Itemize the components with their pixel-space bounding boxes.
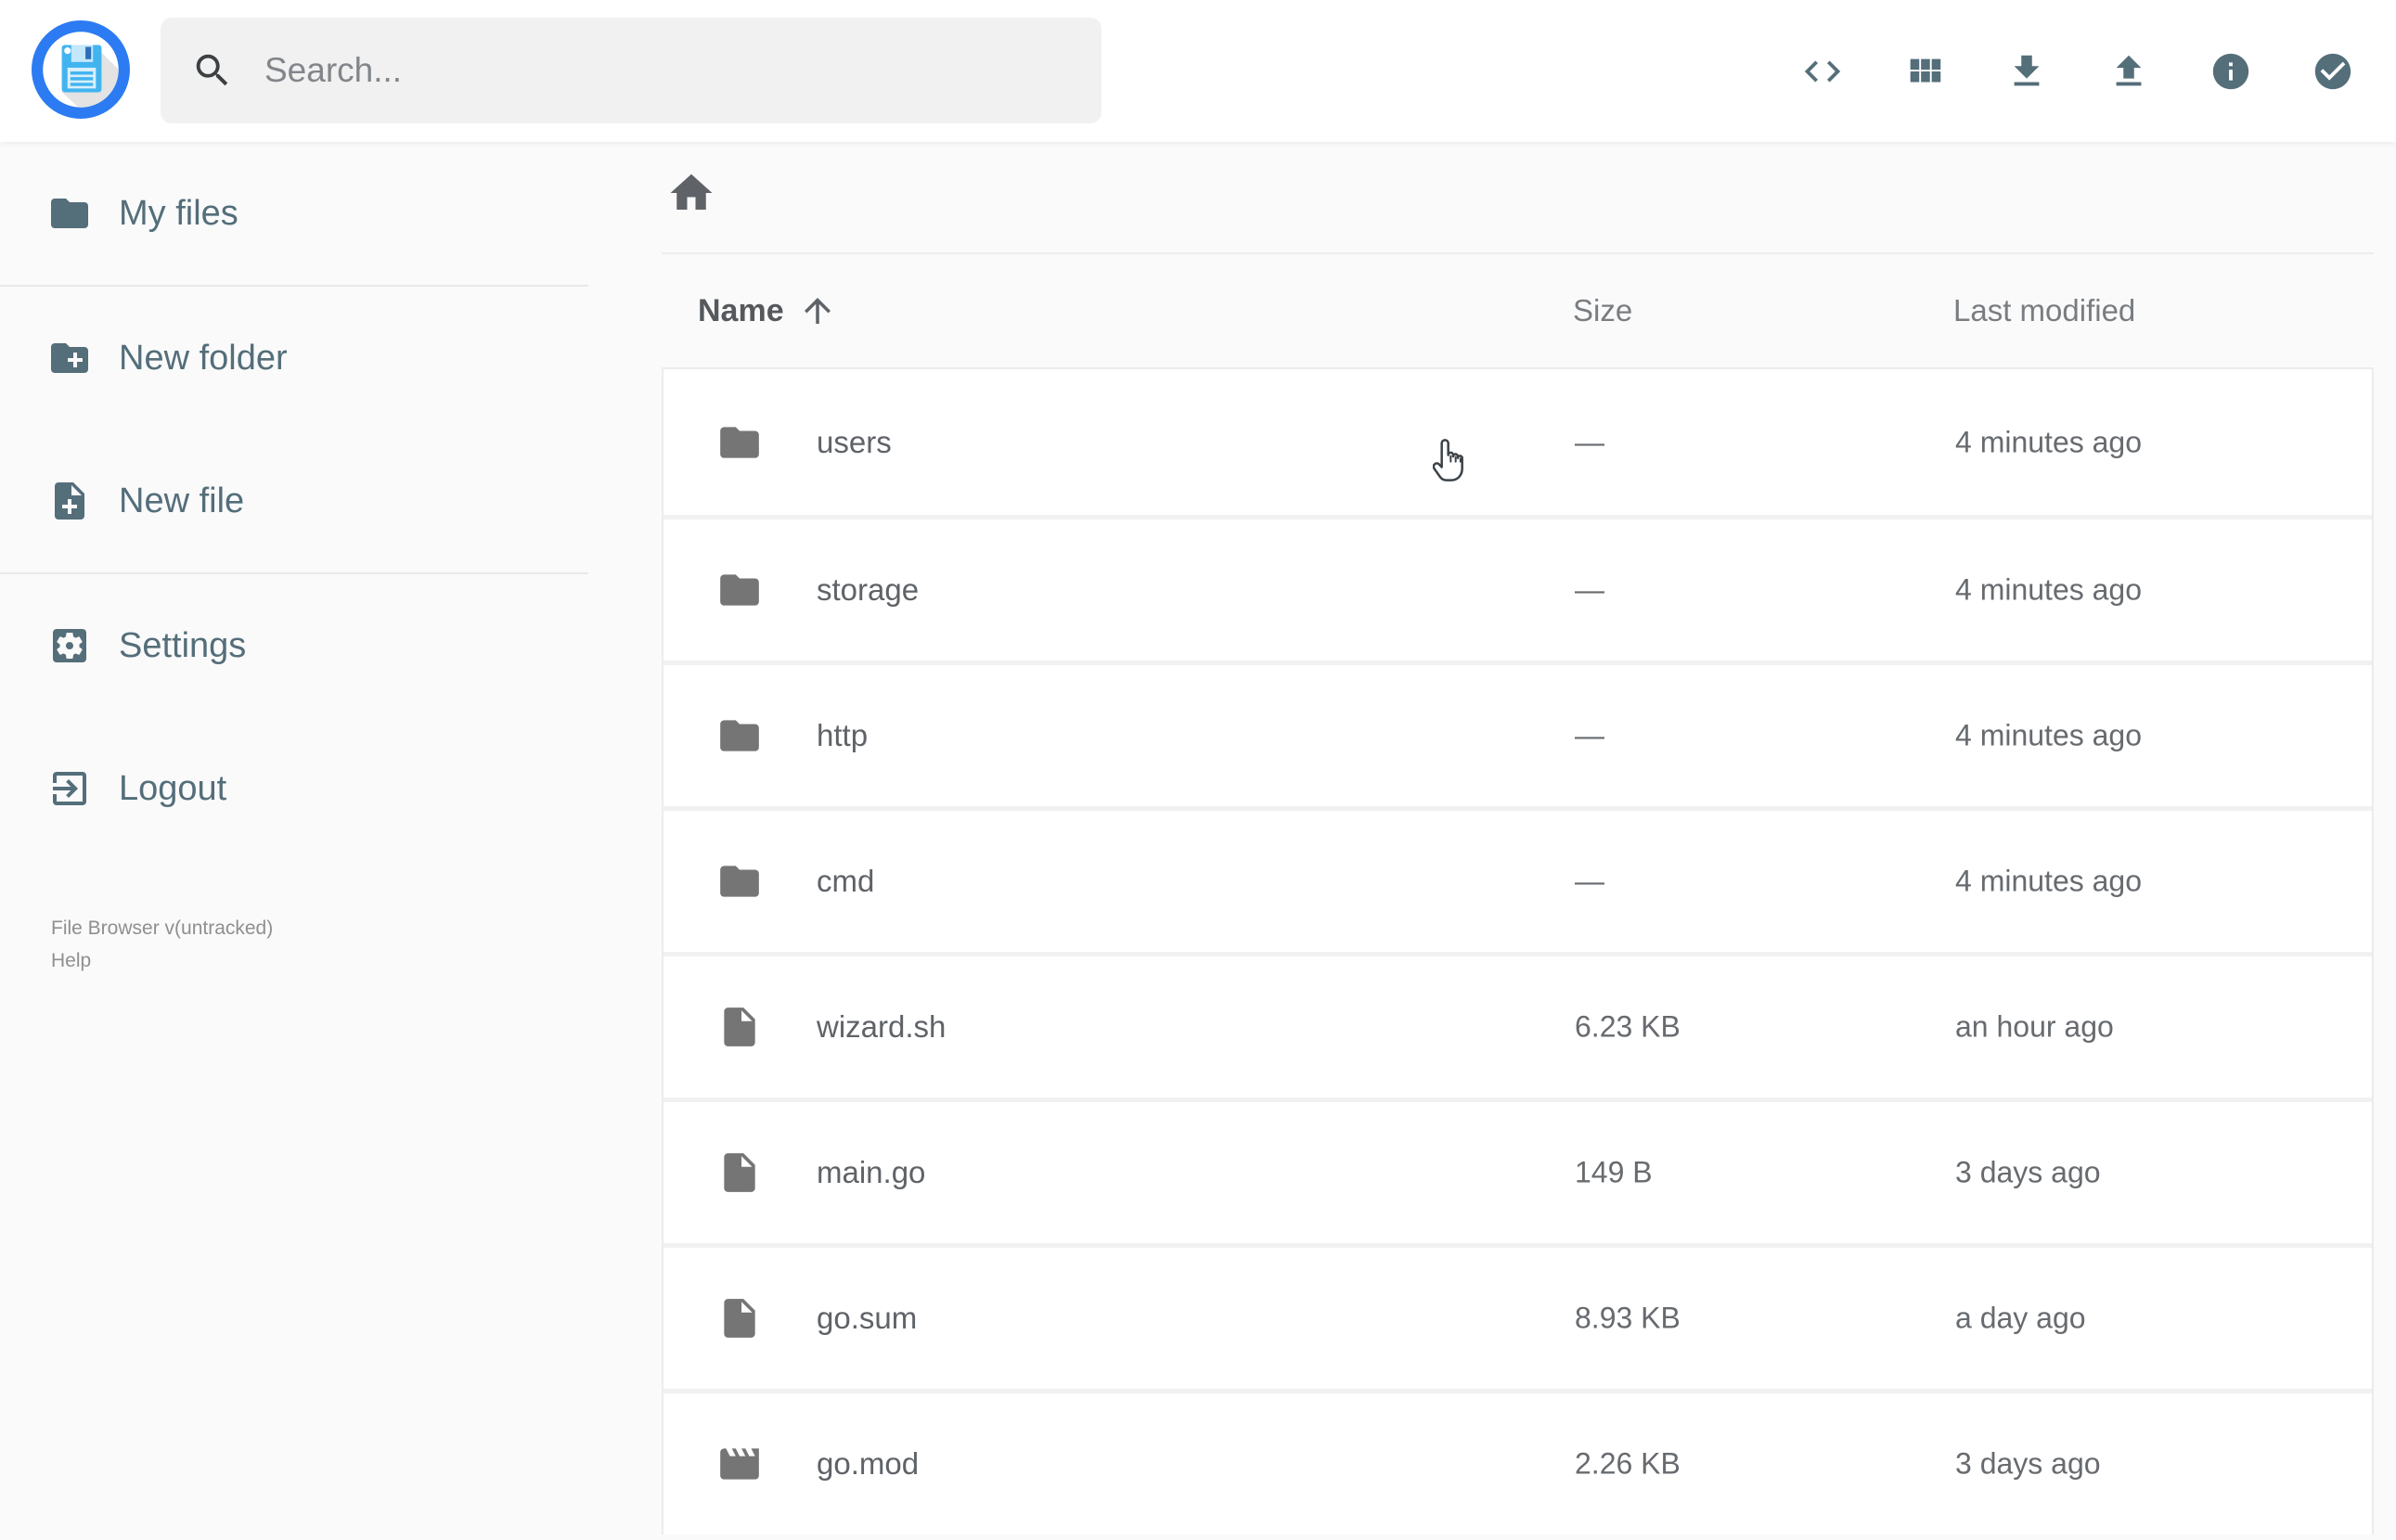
- sidebar-item-new-file[interactable]: New file: [0, 430, 588, 572]
- file-modified: an hour ago: [1955, 1009, 2114, 1044]
- file-name: go.sum: [817, 1301, 918, 1335]
- download-button[interactable]: [2005, 50, 2048, 93]
- upload-icon: [2116, 55, 2142, 85]
- search-icon: [191, 49, 234, 92]
- sidebar-item-label: Logout: [119, 768, 227, 808]
- filebrowser-logo[interactable]: [31, 19, 131, 120]
- sidebar-footer: File Browser v(untracked) Help: [51, 912, 273, 977]
- shell-button[interactable]: [1801, 50, 1844, 93]
- folder-icon: [716, 712, 763, 759]
- file-name: go.mod: [817, 1446, 920, 1481]
- file-listing: users — 4 minutes ago storage — 4 minute…: [662, 367, 2374, 1534]
- list-item-storage[interactable]: storage — 4 minutes ago: [663, 515, 2372, 661]
- file-icon: [716, 1149, 763, 1196]
- listing-header: Name Size Last modified: [662, 254, 2374, 367]
- folder-icon: [716, 419, 763, 466]
- file-size: —: [1575, 864, 1604, 898]
- file-modified: 4 minutes ago: [1955, 572, 2143, 607]
- file-icon: [716, 1004, 763, 1050]
- file-modified: 4 minutes ago: [1955, 864, 2143, 898]
- sidebar-item-label: Settings: [119, 625, 247, 665]
- header-actions: [1801, 0, 2354, 142]
- logout-icon: [53, 772, 86, 805]
- sidebar: My files New folder New file Settings Lo…: [0, 142, 588, 1540]
- help-link[interactable]: Help: [51, 944, 273, 977]
- file-modified: 3 days ago: [1955, 1155, 2101, 1189]
- file-name: users: [817, 424, 892, 459]
- version-text: File Browser v(untracked): [51, 918, 274, 939]
- folder-icon: [51, 199, 88, 228]
- file-size: 6.23 KB: [1575, 1009, 1681, 1044]
- new-file-icon: [55, 482, 84, 520]
- search-input[interactable]: [264, 51, 1081, 90]
- sidebar-item-label: New folder: [119, 338, 288, 378]
- file-size: —: [1575, 425, 1604, 458]
- info-icon: [2212, 53, 2249, 89]
- file-modified: a day ago: [1955, 1301, 2086, 1335]
- switch-view-button[interactable]: [1903, 50, 1946, 93]
- list-item-wizard.sh[interactable]: wizard.sh 6.23 KB an hour ago: [663, 952, 2372, 1097]
- list-item-http[interactable]: http — 4 minutes ago: [663, 661, 2372, 806]
- file-size: 2.26 KB: [1575, 1446, 1681, 1481]
- folder-icon: [716, 858, 763, 905]
- file-name: main.go: [817, 1155, 926, 1189]
- download-icon: [2014, 55, 2040, 85]
- list-item-users[interactable]: users — 4 minutes ago: [663, 369, 2372, 515]
- breadcrumb-home-button[interactable]: [666, 168, 716, 218]
- floppy-disk-logo-icon: [32, 20, 130, 119]
- sidebar-item-new-folder[interactable]: New folder: [0, 287, 588, 430]
- movie-icon: [716, 1441, 763, 1487]
- grid-view-icon: [1910, 58, 1941, 82]
- column-header-modified[interactable]: Last modified: [1953, 293, 2135, 328]
- check-circle-icon: [2314, 53, 2351, 89]
- file-modified: 3 days ago: [1955, 1446, 2101, 1481]
- search-bar[interactable]: [161, 18, 1101, 123]
- sidebar-item-label: New file: [119, 481, 245, 520]
- app-header: [0, 0, 2396, 142]
- settings-icon: [53, 629, 86, 662]
- sort-ascending-icon: [798, 291, 837, 330]
- upload-button[interactable]: [2107, 50, 2150, 93]
- file-name: http: [817, 718, 869, 752]
- sidebar-item-logout[interactable]: Logout: [0, 717, 588, 860]
- list-item-go.mod[interactable]: go.mod 2.26 KB 3 days ago: [663, 1389, 2372, 1534]
- folder-icon: [716, 567, 763, 613]
- sidebar-item-my-files[interactable]: My files: [0, 142, 588, 285]
- sidebar-item-label: My files: [119, 193, 238, 233]
- sidebar-item-settings[interactable]: Settings: [0, 574, 588, 717]
- file-icon: [716, 1295, 763, 1341]
- file-name: storage: [817, 572, 920, 607]
- file-size: —: [1575, 718, 1604, 752]
- list-item-main.go[interactable]: main.go 149 B 3 days ago: [663, 1097, 2372, 1243]
- list-item-cmd[interactable]: cmd — 4 minutes ago: [663, 806, 2372, 952]
- file-size: 149 B: [1575, 1155, 1653, 1189]
- info-button[interactable]: [2209, 50, 2252, 93]
- file-size: 8.93 KB: [1575, 1301, 1681, 1335]
- file-modified: 4 minutes ago: [1955, 425, 2143, 458]
- list-item-go.sum[interactable]: go.sum 8.93 KB a day ago: [663, 1243, 2372, 1389]
- select-multiple-button[interactable]: [2312, 50, 2354, 93]
- home-icon: [670, 173, 713, 210]
- new-folder-icon: [51, 343, 88, 373]
- file-size: —: [1575, 572, 1604, 607]
- file-name: cmd: [817, 864, 875, 898]
- file-modified: 4 minutes ago: [1955, 718, 2143, 752]
- main-content: Name Size Last modified users — 4 minute…: [588, 142, 2396, 1540]
- file-name: wizard.sh: [817, 1009, 947, 1044]
- code-icon: [1804, 60, 1841, 82]
- column-header-name[interactable]: Name: [698, 291, 837, 330]
- column-header-size[interactable]: Size: [1573, 293, 1632, 328]
